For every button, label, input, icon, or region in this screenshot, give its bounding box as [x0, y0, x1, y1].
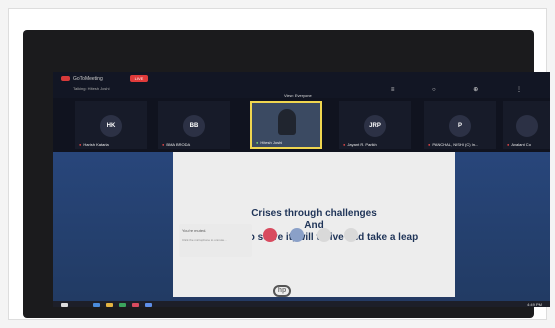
leave-button[interactable]	[344, 228, 358, 242]
participant-name: ● Harish Kataria	[79, 142, 109, 147]
taskbar-app-icon[interactable]	[145, 303, 152, 307]
taskbar-clock: 4:49 PM	[527, 302, 542, 307]
participant-name: ● BMA BRODA	[162, 142, 190, 147]
participant-strip: HK ● Harish Kataria BB ● BMA BRODA ● Hitesh…	[53, 101, 550, 151]
mic-muted-icon: ●	[343, 142, 346, 147]
avatar: JRP	[364, 115, 386, 137]
participant-name: ● Hitesh Joshi	[256, 140, 282, 145]
slide-line-1: Crises through challenges	[251, 208, 377, 219]
mic-muted-icon: ●	[507, 142, 510, 147]
taskbar-app-icon[interactable]	[132, 303, 139, 307]
participant-label: BMA BRODA	[166, 142, 191, 147]
participant-label: Hitesh Joshi	[260, 140, 283, 145]
participant-tile[interactable]: BB ● BMA BRODA	[158, 101, 230, 149]
participant-tile[interactable]: ● Avalant Co	[503, 101, 550, 149]
avatar: HK	[100, 115, 122, 137]
mic-muted-icon: ●	[79, 142, 82, 147]
participant-label: Avalant Co	[511, 142, 531, 147]
live-badge: LIVE	[130, 75, 148, 82]
camera-button[interactable]	[290, 228, 304, 242]
view-selector[interactable]: View: Everyone	[284, 93, 312, 98]
mic-active-icon: ●	[256, 140, 259, 145]
meeting-toolbar	[258, 228, 378, 246]
popup-text: Click the microphone to unmute...	[182, 238, 227, 242]
mic-muted-icon: ●	[162, 142, 165, 147]
mic-muted-icon: ●	[428, 142, 431, 147]
participant-label: Harish Kataria	[83, 142, 109, 147]
participant-name: ● PANCHAL, NISHI (C) In...	[428, 142, 478, 147]
start-icon[interactable]	[61, 303, 68, 307]
app-logo-icon	[61, 76, 70, 81]
monitor-bezel: GoToMeeting LIVE Talking: Hitesh Joshi V…	[23, 30, 550, 318]
taskbar-app-icon[interactable]	[93, 303, 100, 307]
share-button[interactable]	[317, 228, 331, 242]
participant-tile[interactable]: P ● PANCHAL, NISHI (C) In...	[424, 101, 496, 149]
meeting-titlebar: GoToMeeting LIVE Talking: Hitesh Joshi V…	[53, 72, 550, 98]
share-margin-left	[53, 152, 173, 307]
avatar: P	[449, 115, 471, 137]
popup-title: You're muted.	[182, 228, 207, 233]
participant-label: Jayant R. Parikh	[347, 142, 377, 147]
taskbar-app-icon[interactable]	[106, 303, 113, 307]
participant-label: PANCHAL, NISHI (C) In...	[432, 142, 479, 147]
meeting-controls[interactable]: ≡ ○ ⊕ ⋮	[391, 86, 540, 93]
participant-name: ● Avalant Co	[507, 142, 531, 147]
meeting-screen: GoToMeeting LIVE Talking: Hitesh Joshi V…	[53, 72, 550, 307]
app-title: GoToMeeting	[73, 76, 103, 82]
speaker-video	[278, 109, 296, 135]
share-margin-right	[455, 152, 550, 307]
windows-taskbar: 4:49 PM	[53, 301, 550, 307]
avatar	[516, 115, 538, 137]
mute-notification[interactable]: You're muted. Click the microphone to un…	[179, 224, 252, 257]
participant-tile[interactable]: HK ● Harish Kataria	[75, 101, 147, 149]
taskbar-app-icon[interactable]	[119, 303, 126, 307]
hp-logo: hp	[273, 285, 291, 297]
participant-name: ● Jayant R. Parikh	[343, 142, 377, 147]
mic-button[interactable]	[263, 228, 277, 242]
participant-tile[interactable]: JRP ● Jayant R. Parikh	[339, 101, 411, 149]
talking-status: Talking: Hitesh Joshi	[73, 86, 110, 91]
screen-share-area: Crises through challenges And Only who s…	[53, 152, 550, 307]
avatar: BB	[183, 115, 205, 137]
active-speaker-tile[interactable]: ● Hitesh Joshi	[250, 101, 322, 149]
